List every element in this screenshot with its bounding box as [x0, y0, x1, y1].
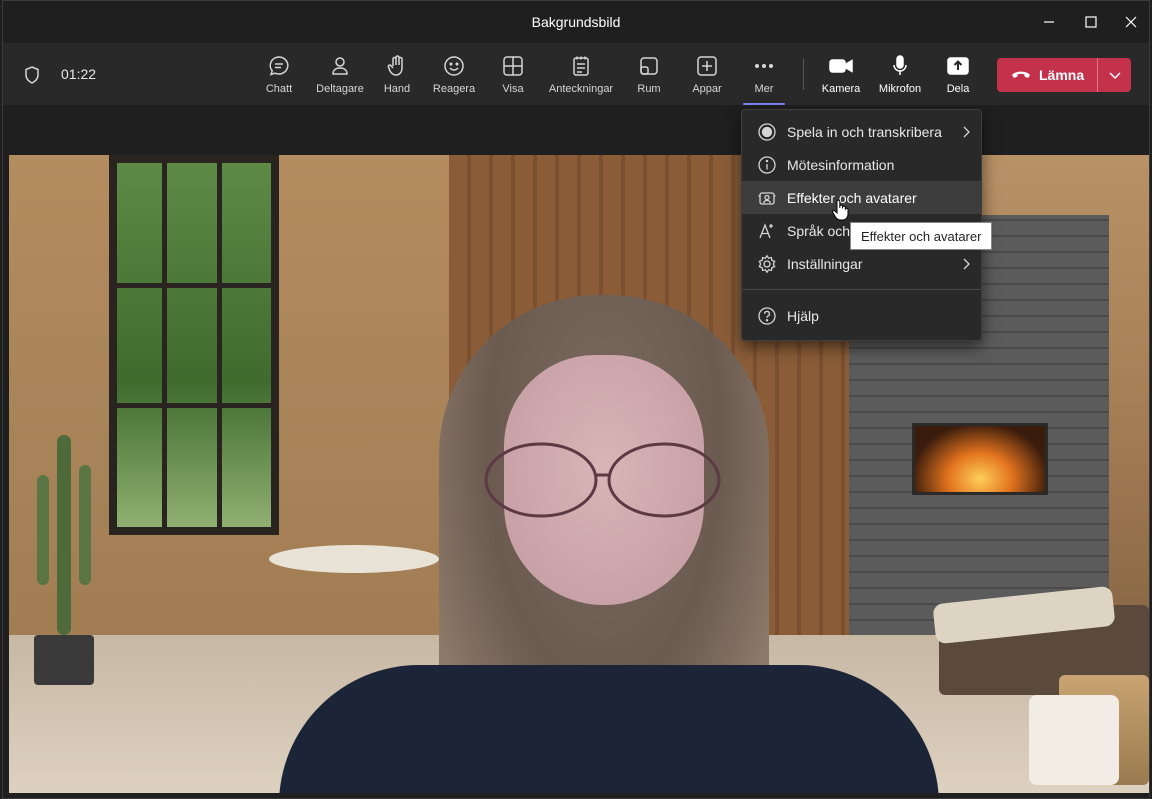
leave-button[interactable]: Lämna [997, 58, 1097, 92]
grid-icon [501, 53, 525, 79]
title-bar: Bakgrundsbild [3, 1, 1149, 43]
menu-divider [742, 289, 981, 290]
tooltip: Effekter och avatarer [850, 222, 993, 250]
info-icon [757, 155, 777, 175]
maximize-button[interactable] [1069, 1, 1113, 43]
menu-item-label: Inställningar [787, 255, 863, 272]
hand-icon [385, 53, 409, 79]
minimize-button[interactable] [1027, 1, 1071, 43]
teams-meeting-window: Bakgrundsbild 01:22 Chatt Deltagare Hand [2, 0, 1150, 799]
menu-item-label: Effekter och avatarer [787, 189, 917, 206]
menu-item-meeting-info[interactable]: Mötesinformation [742, 148, 981, 181]
notes-icon [569, 53, 593, 79]
chat-label: Chatt [265, 83, 293, 95]
camera-label: Kamera [821, 83, 861, 95]
participants-label: Deltagare [316, 83, 364, 95]
chevron-right-icon [963, 258, 970, 270]
menu-item-label: Språk och [787, 222, 851, 239]
leave-options-button[interactable] [1098, 70, 1131, 80]
more-label: Mer [754, 83, 774, 95]
hang-up-icon [1012, 71, 1030, 78]
glasses [484, 442, 721, 518]
chat-button[interactable]: Chatt [261, 53, 297, 101]
chat-icon [267, 53, 291, 79]
more-button[interactable]: Mer [743, 53, 785, 105]
microphone-button[interactable]: Mikrofon [875, 53, 925, 101]
language-icon [757, 221, 777, 241]
share-button[interactable]: Dela [943, 53, 973, 101]
menu-item-label: Hjälp [787, 307, 819, 324]
chevron-right-icon [963, 126, 970, 138]
apps-button[interactable]: Appar [688, 53, 726, 101]
menu-item-label: Spela in och transkribera [787, 123, 942, 140]
participants-button[interactable]: Deltagare [312, 53, 368, 101]
hand-cursor-icon [832, 199, 849, 221]
shield-icon[interactable] [23, 65, 41, 90]
rooms-icon [637, 53, 661, 79]
leave-label: Lämna [1039, 67, 1085, 83]
microphone-icon [888, 53, 912, 79]
camera-button[interactable]: Kamera [821, 53, 861, 101]
background-window [109, 155, 279, 535]
toolbar-divider [803, 58, 804, 90]
menu-item-record[interactable]: Spela in och transkribera [742, 115, 981, 148]
maximize-icon [1085, 16, 1097, 28]
smile-icon [442, 53, 466, 79]
share-label: Dela [946, 83, 970, 95]
react-label: Reagera [432, 83, 476, 95]
rooms-label: Rum [637, 83, 661, 95]
leave-button-group: Lämna [997, 58, 1131, 92]
raise-hand-button[interactable]: Hand [379, 53, 415, 101]
close-button[interactable] [1109, 1, 1152, 43]
menu-item-help[interactable]: Hjälp [742, 299, 981, 332]
menu-item-label: Mötesinformation [787, 156, 895, 173]
minimize-icon [1044, 21, 1054, 23]
notes-button[interactable]: Anteckningar [546, 53, 616, 101]
view-button[interactable]: Visa [495, 53, 531, 101]
background-bag [1029, 695, 1119, 785]
raise-hand-label: Hand [383, 83, 411, 95]
share-icon [946, 53, 970, 79]
notes-label: Anteckningar [548, 83, 614, 95]
people-icon [328, 53, 352, 79]
record-icon [757, 122, 777, 142]
gear-icon [757, 254, 777, 274]
microphone-label: Mikrofon [878, 83, 922, 95]
meeting-toolbar: 01:22 Chatt Deltagare Hand Reagera Visa … [3, 43, 1149, 105]
meeting-timer: 01:22 [61, 66, 97, 82]
more-dots-icon [752, 53, 776, 79]
chevron-down-icon [1108, 72, 1121, 80]
menu-item-effects-avatars[interactable]: Effekter och avatarer [742, 181, 981, 214]
apps-label: Appar [692, 83, 722, 95]
rooms-button[interactable]: Rum [631, 53, 667, 101]
background-cactus [34, 435, 94, 685]
window-title: Bakgrundsbild [531, 14, 621, 30]
effects-icon [757, 188, 777, 208]
menu-item-settings[interactable]: Inställningar [742, 247, 981, 280]
camera-icon [828, 53, 854, 79]
close-icon [1125, 16, 1137, 28]
plus-box-icon [695, 53, 719, 79]
help-icon [757, 306, 777, 326]
react-button[interactable]: Reagera [431, 53, 477, 101]
participant-person [259, 295, 959, 793]
view-label: Visa [502, 83, 524, 95]
